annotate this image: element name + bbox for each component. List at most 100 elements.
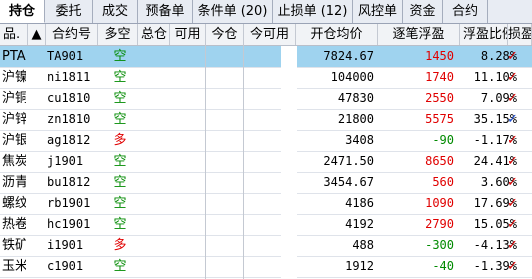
row-code: j1901 <box>47 154 84 168</box>
tab-stop-orders[interactable]: 止损单 (12) <box>273 0 353 23</box>
col-name-label: 品. <box>3 27 21 42</box>
tab-bar: 持仓 委托 成交 预备单 条件单 (20) 止损单 (12) 风控单 资金 合约 <box>0 0 532 24</box>
row-available <box>170 109 206 130</box>
table-row[interactable]: 沥青 bu1812 空 3454.67 560 3.60% ✓ <box>0 172 532 194</box>
col-price-header[interactable]: 开仓均价 <box>296 24 378 45</box>
row-name: 沪镍 <box>2 70 26 85</box>
row-floating-pnl: 5575 <box>425 112 454 126</box>
col-stop-header[interactable]: 损盈 <box>508 24 532 45</box>
row-name: 焦炭 <box>2 154 26 169</box>
row-floating-pnl: 2790 <box>425 217 454 231</box>
tab-orders[interactable]: 委托 <box>45 0 93 23</box>
tab-risk-orders[interactable]: 风控单 <box>353 0 403 23</box>
row-name: 热卷 <box>2 217 26 232</box>
table-row[interactable]: 铁矿 i1901 多 488 -300 -4.13% ✓ <box>0 235 532 257</box>
tab-prepared-orders[interactable]: 预备单 <box>138 0 193 23</box>
row-direction: 空 <box>113 154 127 169</box>
row-direction: 空 <box>113 196 127 211</box>
row-floating-pnl: -300 <box>425 238 454 252</box>
row-code: rb1901 <box>47 196 91 210</box>
row-direction: 空 <box>113 112 127 127</box>
row-today <box>206 256 244 277</box>
row-direction: 空 <box>113 217 127 232</box>
table-row[interactable]: PTA TA901 空 7824.67 1450 8.28% ✓ <box>0 46 532 68</box>
row-direction: 空 <box>113 70 127 85</box>
row-open-price: 104000 <box>330 70 374 84</box>
table-row[interactable]: 沪锌 zn1810 空 21800 5575 35.15% ✓ <box>0 109 532 131</box>
row-open-price: 3408 <box>345 133 374 147</box>
row-today <box>206 130 244 151</box>
row-available <box>170 130 206 151</box>
table-row[interactable]: 沪银 ag1812 多 3408 -90 -1.17% ✓ <box>0 130 532 152</box>
row-available <box>170 67 206 88</box>
row-today <box>206 67 244 88</box>
row-floating-pnl: 8650 <box>425 154 454 168</box>
check-icon: ✓ <box>507 217 518 232</box>
check-icon: ✓ <box>507 175 518 190</box>
check-icon: ✓ <box>507 238 518 253</box>
row-direction: 空 <box>113 175 127 190</box>
row-available <box>170 172 206 193</box>
table-row[interactable]: 沪铜 cu1810 空 47830 2550 7.09% ✓ <box>0 88 532 110</box>
row-open-price: 1912 <box>345 259 374 273</box>
row-direction: 空 <box>113 259 127 274</box>
tab-conditional-orders[interactable]: 条件单 (20) <box>193 0 273 23</box>
table-header: 品. ▲ 合约号 多空 总仓 可用 今仓 今可用 开仓均价 逐笔浮盈 浮盈比例 … <box>0 24 532 46</box>
row-code: ni1811 <box>47 70 91 84</box>
check-icon: ✓ <box>507 259 518 274</box>
row-available <box>170 193 206 214</box>
table-row[interactable]: 玉米 c1901 空 1912 -40 -1.39% ✓ <box>0 256 532 278</box>
row-name: 沥青 <box>2 175 26 190</box>
row-today <box>206 109 244 130</box>
table-row[interactable]: 焦炭 j1901 空 2471.50 8650 24.41% ✓ <box>0 151 532 173</box>
row-available <box>170 235 206 256</box>
check-icon: ✓ <box>507 133 518 148</box>
row-code: cu1810 <box>47 91 91 105</box>
row-name: 沪锌 <box>2 112 26 127</box>
check-icon: ✓ <box>507 196 518 211</box>
table-row[interactable]: 螺纹 rb1901 空 4186 1090 17.69% ✓ <box>0 193 532 215</box>
row-name: 玉米 <box>2 259 26 274</box>
sort-arrow-icon[interactable]: ▲ <box>28 24 46 45</box>
check-icon: ✓ <box>507 112 518 127</box>
row-available <box>170 88 206 109</box>
col-today-header[interactable]: 今仓 <box>206 24 244 45</box>
row-floating-pnl: 2550 <box>425 91 454 105</box>
col-avail-header[interactable]: 可用 <box>170 24 206 45</box>
row-today <box>206 214 244 235</box>
obscured-column <box>281 46 297 279</box>
check-icon: ✓ <box>507 70 518 85</box>
row-name: 螺纹 <box>2 196 26 211</box>
col-today-avail-header[interactable]: 今可用 <box>244 24 296 45</box>
col-dir-header[interactable]: 多空 <box>98 24 138 45</box>
table-row[interactable]: 沪镍 ni1811 空 104000 1740 11.10% ✓ <box>0 67 532 89</box>
col-pnl-header[interactable]: 逐笔浮盈 <box>378 24 460 45</box>
row-code: ag1812 <box>47 133 91 147</box>
tab-positions[interactable]: 持仓 <box>0 0 45 23</box>
row-floating-pnl: -40 <box>432 259 454 273</box>
row-floating-pnl: -90 <box>432 133 454 147</box>
check-icon: ✓ <box>507 154 518 169</box>
col-ratio-header[interactable]: 浮盈比例 <box>460 24 508 45</box>
positions-panel: 持仓 委托 成交 预备单 条件单 (20) 止损单 (12) 风控单 资金 合约… <box>0 0 532 279</box>
row-code: zn1810 <box>47 112 91 126</box>
row-floating-pnl: 560 <box>432 175 454 189</box>
row-name: 沪银 <box>2 133 26 148</box>
tab-contracts[interactable]: 合约 <box>443 0 488 23</box>
col-name-header[interactable]: 品. <box>0 24 28 45</box>
row-code: c1901 <box>47 259 84 273</box>
row-floating-pnl: 1450 <box>425 49 454 63</box>
check-icon: ✓ <box>507 49 518 64</box>
table-row[interactable]: 热卷 hc1901 空 4192 2790 15.05% ✓ <box>0 214 532 236</box>
row-open-price: 21800 <box>337 112 374 126</box>
row-open-price: 4192 <box>345 217 374 231</box>
tab-trades[interactable]: 成交 <box>93 0 138 23</box>
row-floating-pnl: 1090 <box>425 196 454 210</box>
tab-funds[interactable]: 资金 <box>403 0 443 23</box>
row-name: 铁矿 <box>2 238 26 253</box>
check-icon: ✓ <box>507 91 518 106</box>
row-today <box>206 193 244 214</box>
row-code: hc1901 <box>47 217 91 231</box>
row-available <box>170 151 206 172</box>
col-code-header[interactable]: 合约号 <box>46 24 98 45</box>
